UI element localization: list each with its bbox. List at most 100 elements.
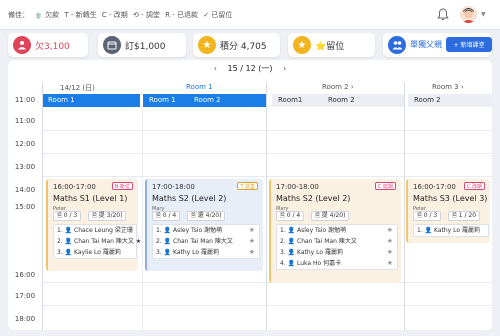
class-time: 17:00-18:00 xyxy=(276,183,319,191)
bell-icon[interactable] xyxy=(437,8,449,21)
student-list: 1. 👤 Kathy Lo 羅麗莉 xyxy=(413,224,489,237)
grid-line xyxy=(42,130,492,131)
stat-arrears-text: 欠3,100 xyxy=(35,42,70,52)
time-label: 12:00 xyxy=(14,140,36,148)
class-time: 16:00-17:00 xyxy=(53,183,96,191)
class-title: Maths S3 (Level 3) xyxy=(413,194,488,203)
room-cell[interactable]: Room1 xyxy=(272,94,322,107)
class-card[interactable]: 16:00-17:00 N 新位 Maths S1 (Level 1) Pete… xyxy=(46,179,141,271)
stat-points[interactable]: ★ 積分 4,705 xyxy=(193,33,280,57)
day-header-room[interactable]: Room 1 xyxy=(186,83,213,91)
student-row[interactable]: 3. 👤 Kathy Lo 羅麗莉 ★ xyxy=(277,247,397,258)
chevron-down-icon[interactable]: ▼ xyxy=(481,11,486,18)
student-row[interactable]: 1. 👤 Asley Tsio 謝勉萌 ★ xyxy=(277,225,397,236)
class-title: Maths S1 (Level 1) xyxy=(53,194,128,203)
star-icon[interactable]: ★ xyxy=(387,247,393,258)
legend-label: 備佳： xyxy=(8,11,29,19)
day-header-row: 14/12 (日) Room 1 Room 2 › Room 3 › xyxy=(8,82,492,92)
time-label: 18:00 xyxy=(14,315,36,323)
legend: 備佳： 🍵 欠款 T - 新轉生 C - 改期 ⟲ - 調堂 R - 已退款 ✓… xyxy=(8,10,235,20)
star-icon[interactable]: ★ xyxy=(249,225,255,236)
student-row[interactable]: 1. 👤 Chace Leung 梁芷珊 xyxy=(54,225,136,236)
class-time: 17:00-18:00 xyxy=(152,183,195,191)
grid-line xyxy=(42,153,492,154)
people-icon xyxy=(388,36,406,54)
column-divider xyxy=(42,82,43,330)
status-badge: N 新位 xyxy=(111,182,133,190)
class-card[interactable]: 17:00-18:00 T 調堂 Maths S2 (Level 2) Mary… xyxy=(145,179,263,271)
star-icon: ★ xyxy=(198,36,216,54)
status-badge: C 延期 xyxy=(374,182,396,190)
student-name: 2. 👤 Chan Tai Man 陳大文 xyxy=(280,238,357,245)
enrollment-pill[interactable]: 🗎 還 4/20) xyxy=(187,211,226,221)
student-row[interactable]: 4. 👤 Luka Ho 何嘉卡 ★ xyxy=(277,258,397,269)
avatar[interactable] xyxy=(460,6,477,23)
room-cell[interactable]: Room 1 xyxy=(143,94,191,107)
student-name: 3. 👤 Kathy Lo 羅麗莉 xyxy=(280,249,343,256)
student-row[interactable]: 2. 👤 Chan Tai Man 陳大文 ★ xyxy=(153,236,259,247)
student-name: 1. 👤 Asley Tsio 謝勉萌 xyxy=(280,227,347,234)
column-divider xyxy=(142,109,143,330)
enrollment-pill[interactable]: 🗎 提 4/20) xyxy=(311,211,350,221)
star-icon[interactable]: ★ xyxy=(249,236,255,247)
capacity-pill[interactable]: 🗎 0 / 3 xyxy=(53,211,82,221)
student-list: 1. 👤 Chace Leung 梁芷珊 2. 👤 Chan Tai Man 陳… xyxy=(53,224,141,259)
status-badge: C 改期 xyxy=(463,182,485,190)
add-class-button[interactable]: + 新增課堂 xyxy=(446,37,492,52)
legend-item: ⟲ - 調堂 xyxy=(133,11,160,19)
column-divider xyxy=(404,82,405,330)
stat-points-text: 積分 4,705 xyxy=(220,42,267,52)
star-icon[interactable]: ★ xyxy=(249,247,255,258)
day-header-room[interactable]: Room 3 › xyxy=(432,83,464,91)
capacity-pill[interactable]: 🗎 0 / 3 xyxy=(413,211,442,221)
stat-arrears[interactable]: 欠3,100 xyxy=(8,33,88,57)
time-label: 15:00 xyxy=(14,203,36,211)
student-row[interactable]: 2. 👤 Chan Tai Man 陳大文 ★ xyxy=(54,236,141,247)
class-time: 16:00-17:00 xyxy=(413,183,456,191)
capacity-pill[interactable]: 🗎 0 / 4 xyxy=(276,211,305,221)
stat-reserved-text: ⭐留位 xyxy=(315,42,345,52)
star-icon[interactable]: ★ xyxy=(387,225,393,236)
student-row[interactable]: 3. 👤 Kathy Lo 羅麗莉 ★ xyxy=(153,247,259,258)
calendar-panel: ‹ 15 / 12 (一) › 14/12 (日) Room 1 Room 2 … xyxy=(8,60,492,330)
date-navigator: ‹ 15 / 12 (一) › xyxy=(8,63,492,79)
class-card[interactable]: 16:00-17:00 C 改期 Maths S3 (Level 3) Pete… xyxy=(406,179,490,243)
legend-item: R - 已退款 xyxy=(165,11,198,19)
class-card[interactable]: 17:00-18:00 C 延期 Maths S2 (Level 2) Mary… xyxy=(269,179,401,283)
student-list: 1. 👤 Asley Tsio 謝勉萌 ★ 2. 👤 Chan Tai Man 陳… xyxy=(276,224,398,270)
grid-line xyxy=(42,176,492,177)
student-list: 1. 👤 Asley Tsio 謝勉萌 ★ 2. 👤 Chan Tai Man 陳… xyxy=(152,224,260,259)
time-label: 16:00 xyxy=(14,271,36,279)
student-name: 4. 👤 Luka Ho 何嘉卡 xyxy=(280,260,342,267)
student-row[interactable]: 1. 👤 Asley Tsio 謝勉萌 ★ xyxy=(153,225,259,236)
top-bar: 備佳： 🍵 欠款 T - 新轉生 C - 改期 ⟲ - 調堂 R - 已退款 ✓… xyxy=(0,0,500,30)
stat-reserved[interactable]: ★ ⭐留位 xyxy=(288,33,375,57)
column-divider xyxy=(266,82,267,330)
person-icon xyxy=(13,36,31,54)
current-date: 15 / 12 (一) xyxy=(227,64,273,73)
room-row: 11:00 Room 1 Room 1 Room 2 Room1 Room 2 … xyxy=(8,93,492,109)
room-cell[interactable]: Room 1 xyxy=(42,94,140,107)
student-row[interactable]: 2. 👤 Chan Tai Man 陳大文 ★ xyxy=(277,236,397,247)
legend-item: ✓ 已留位 xyxy=(203,11,233,19)
time-label: 13:00 xyxy=(14,163,36,171)
prev-day-button[interactable]: ‹ xyxy=(214,64,217,73)
room-cell[interactable]: Room 2 xyxy=(188,94,266,107)
time-label: 11:00 xyxy=(14,96,36,104)
student-row[interactable]: 1. 👤 Kathy Lo 羅麗莉 xyxy=(414,225,488,236)
student-row[interactable]: 3. 👤 Kaylie Lo 羅麗莉 xyxy=(54,247,136,258)
day-header-room[interactable]: Room 2 › xyxy=(322,83,354,91)
room-cell[interactable]: Room 2 xyxy=(408,94,492,107)
star-icon[interactable]: ★ xyxy=(387,258,393,269)
room-cell[interactable]: Room 2 xyxy=(322,94,404,107)
calendar-icon xyxy=(103,36,121,54)
grid-line xyxy=(42,282,492,283)
status-badge: T 調堂 xyxy=(237,182,258,190)
star-icon[interactable]: ★ xyxy=(387,236,393,247)
stat-deposit[interactable]: 訂$1,000 xyxy=(98,33,186,57)
capacity-pill[interactable]: 🗎 0 / 4 xyxy=(152,211,181,221)
enrollment-pill[interactable]: 🗎 提 3/20) xyxy=(88,211,127,221)
student-name: 1. 👤 Asley Tsio 謝勉萌 xyxy=(156,227,223,234)
next-day-button[interactable]: › xyxy=(283,64,286,73)
enrollment-pill[interactable]: 🗎 1 / 20 xyxy=(448,211,481,221)
